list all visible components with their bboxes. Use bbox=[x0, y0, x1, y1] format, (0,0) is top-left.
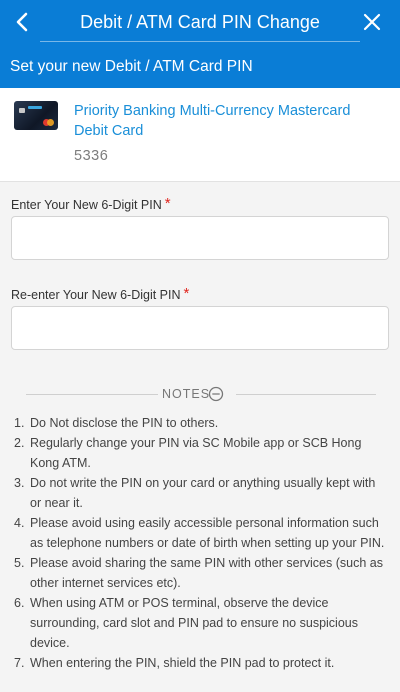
notes-list: 1. Do Not disclose the PIN to others. 2. Re… bbox=[14, 413, 386, 673]
note-text: Do not write the PIN on your card or any… bbox=[30, 476, 376, 510]
card-info-panel: Priority Banking Multi-Currency Masterca… bbox=[0, 88, 400, 182]
close-button[interactable] bbox=[358, 6, 386, 38]
page-title: Debit / ATM Card PIN Change bbox=[80, 12, 320, 32]
note-number: 5. bbox=[14, 556, 25, 570]
note-number: 6. bbox=[14, 596, 25, 610]
note-item: 1. Do Not disclose the PIN to others. bbox=[14, 413, 386, 433]
note-text: When using ATM or POS terminal, observe … bbox=[30, 596, 358, 650]
card-number: 5336 bbox=[74, 148, 109, 164]
note-item: 6. When using ATM or POS terminal, observ… bbox=[14, 593, 386, 653]
note-item: 4. Please avoid using easily accessible p… bbox=[14, 513, 386, 553]
back-button[interactable] bbox=[8, 6, 36, 38]
note-number: 3. bbox=[14, 476, 25, 490]
note-item: 5. Please avoid sharing the same PIN with… bbox=[14, 553, 386, 593]
confirm-pin-input[interactable] bbox=[11, 306, 389, 350]
notes-heading: NOTES bbox=[162, 387, 211, 401]
mastercard-logo-icon-right bbox=[47, 119, 54, 126]
notes-divider-right bbox=[236, 394, 376, 395]
note-number: 1. bbox=[14, 416, 25, 430]
note-number: 4. bbox=[14, 516, 25, 530]
required-mark: * bbox=[183, 285, 190, 302]
new-pin-input[interactable] bbox=[11, 216, 389, 260]
note-number: 2. bbox=[14, 436, 25, 450]
notes-divider-left bbox=[26, 394, 158, 395]
notes-header[interactable]: NOTES bbox=[20, 384, 376, 404]
debit-card-image bbox=[14, 101, 58, 130]
note-item: 3. Do not write the PIN on your card or a… bbox=[14, 473, 386, 513]
required-mark: * bbox=[164, 195, 171, 212]
page-subtitle: Set your new Debit / ATM Card PIN bbox=[10, 58, 253, 75]
note-text: Please avoid using easily accessible per… bbox=[30, 516, 385, 550]
app-header: Debit / ATM Card PIN Change Set your new… bbox=[0, 0, 400, 88]
chevron-left-icon bbox=[16, 12, 28, 32]
collapse-minus-icon[interactable] bbox=[208, 386, 224, 402]
close-icon bbox=[363, 13, 381, 31]
note-text: Please avoid sharing the same PIN with o… bbox=[30, 556, 383, 590]
note-item: 7. When entering the PIN, shield the PIN … bbox=[14, 653, 386, 673]
card-chip-icon bbox=[19, 108, 25, 113]
card-name: Priority Banking Multi-Currency Masterca… bbox=[74, 103, 351, 139]
confirm-pin-label-text: Re-enter Your New 6-Digit PIN bbox=[11, 288, 181, 302]
bank-logo-icon bbox=[28, 106, 42, 109]
new-pin-label: Enter Your New 6-Digit PIN * bbox=[11, 195, 171, 213]
note-text: When entering the PIN, shield the PIN pa… bbox=[30, 656, 335, 670]
note-text: Do Not disclose the PIN to others. bbox=[30, 416, 219, 430]
note-text: Regularly change your PIN via SC Mobile … bbox=[30, 436, 362, 470]
title-divider bbox=[40, 41, 360, 42]
new-pin-label-text: Enter Your New 6-Digit PIN bbox=[11, 198, 162, 212]
confirm-pin-label: Re-enter Your New 6-Digit PIN * bbox=[11, 285, 190, 303]
note-item: 2. Regularly change your PIN via SC Mobil… bbox=[14, 433, 386, 473]
note-number: 7. bbox=[14, 656, 25, 670]
